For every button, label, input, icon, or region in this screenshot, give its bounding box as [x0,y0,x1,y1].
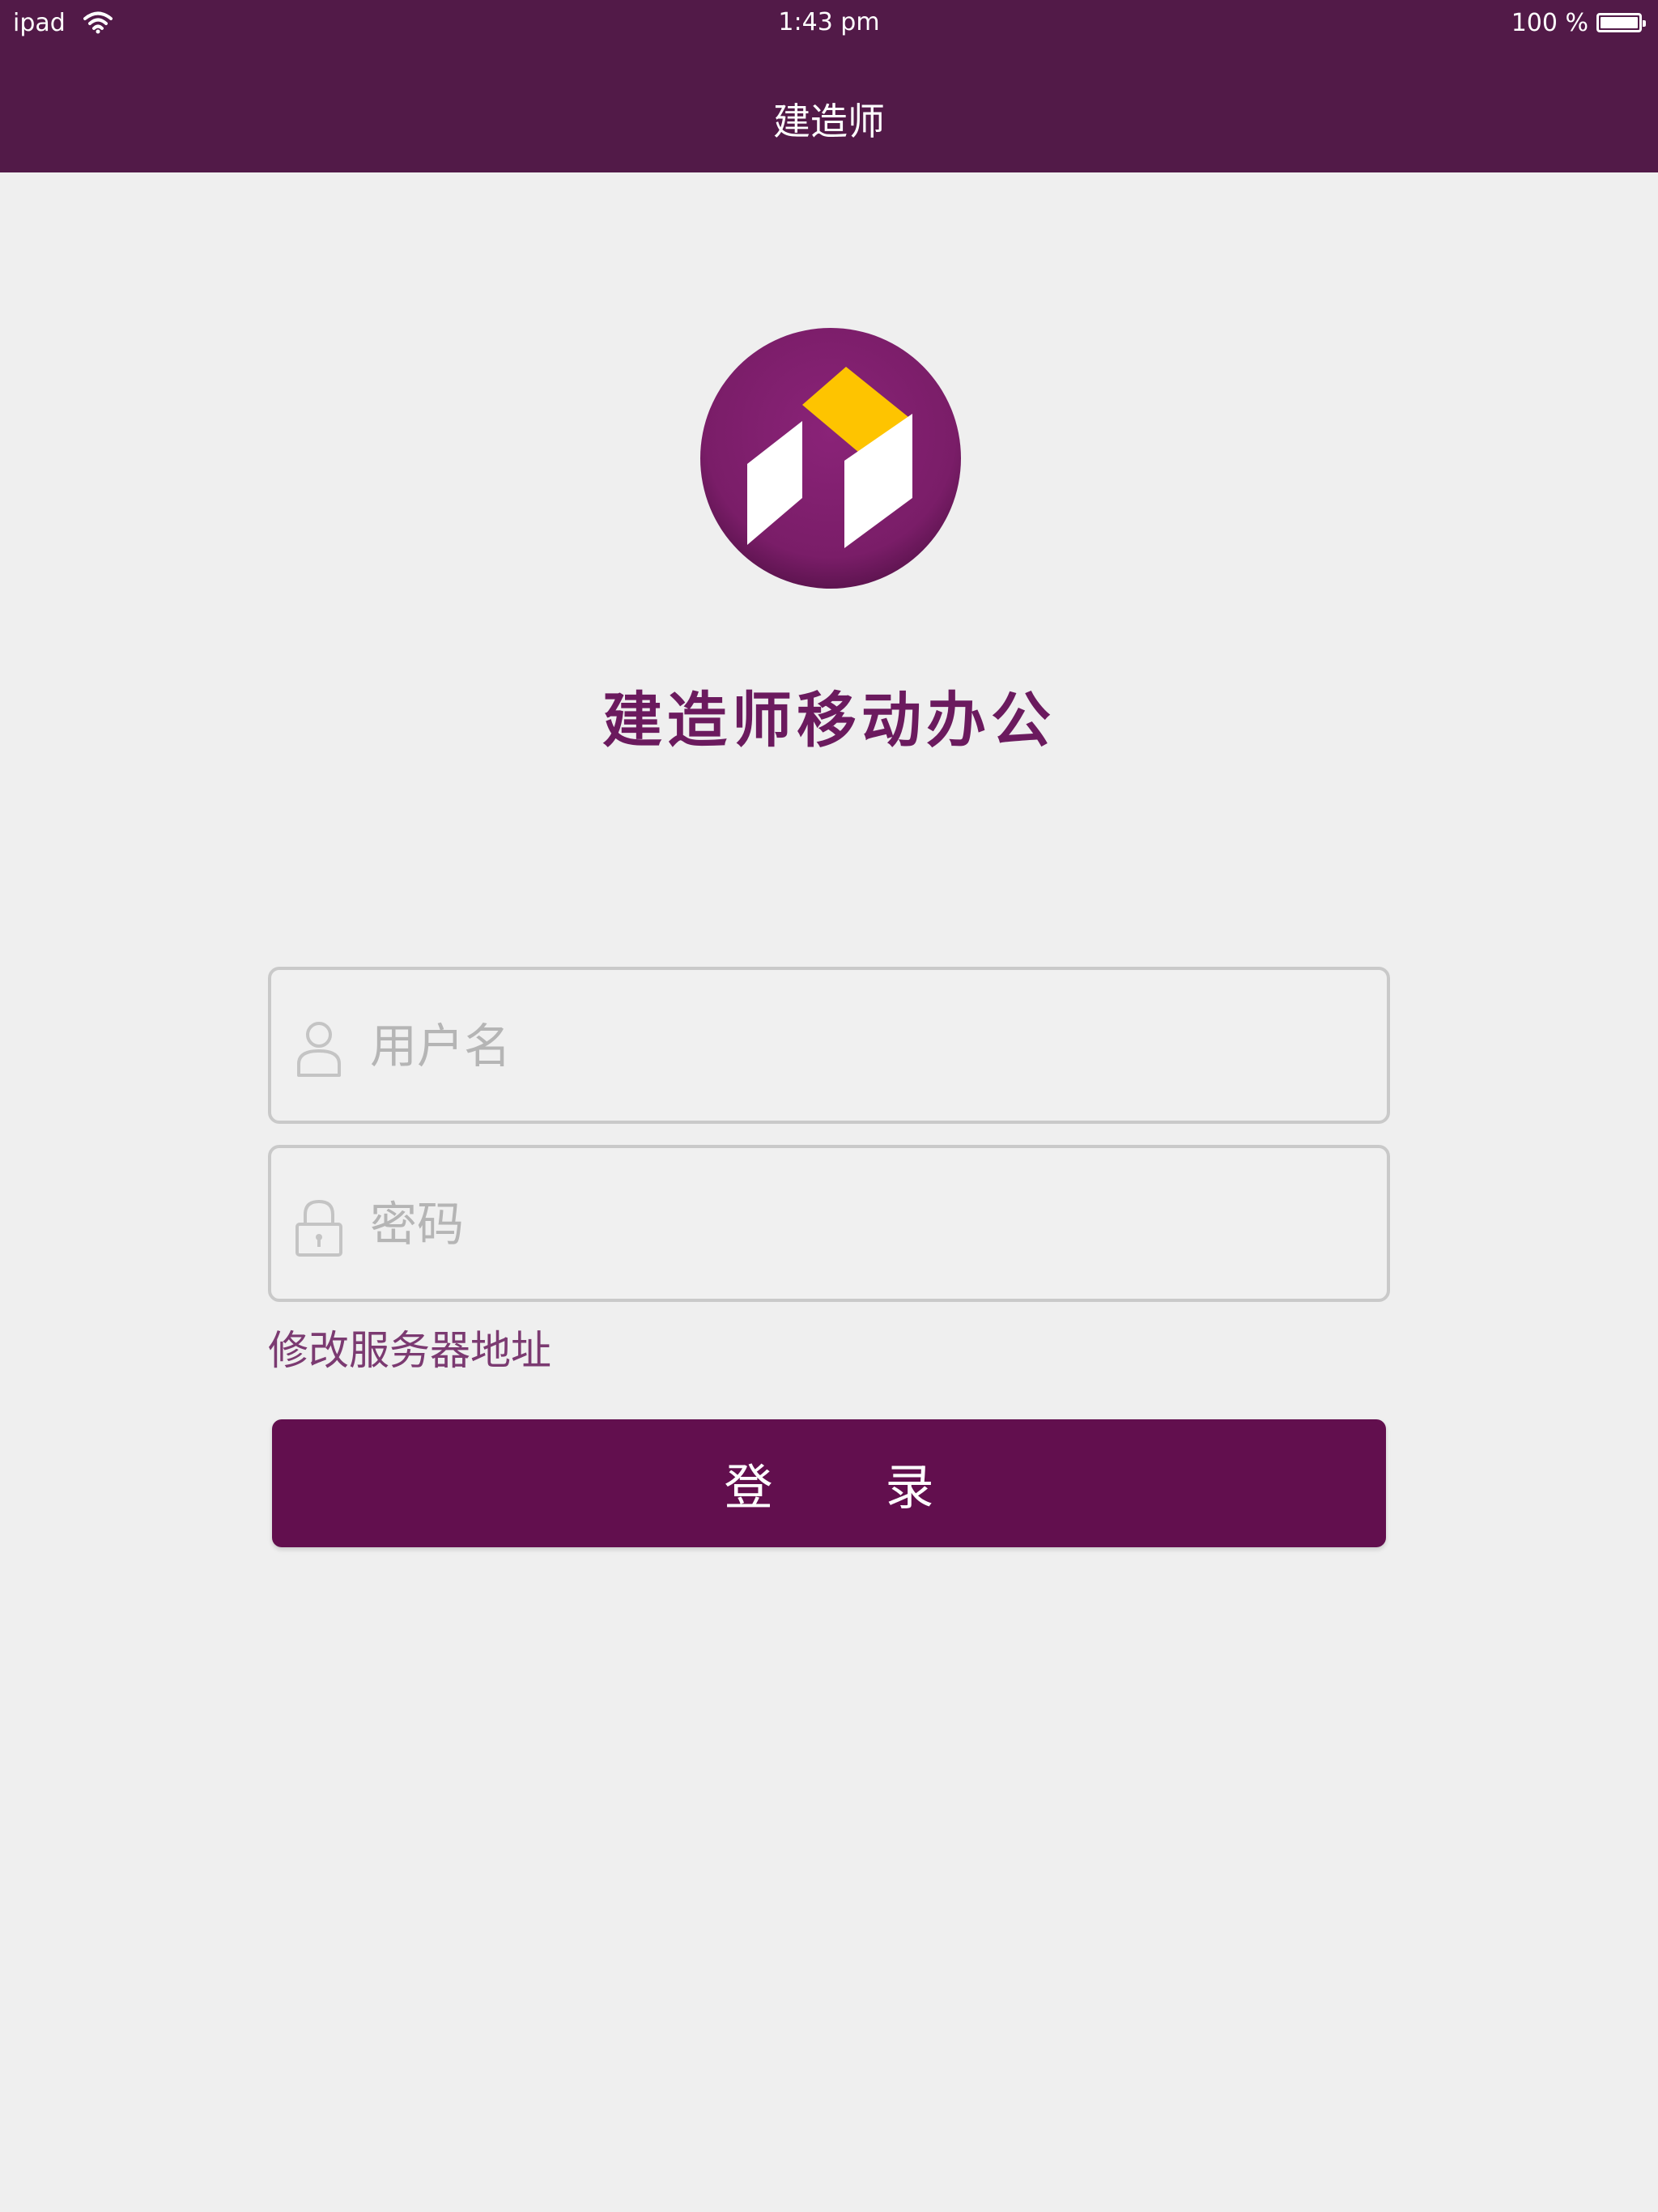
status-right: 100 % [1511,6,1646,39]
status-time: 1:43 pm [778,8,880,36]
password-input[interactable] [368,1148,1367,1300]
login-screen: ipad 1:43 pm 100 % 建造师 建造师移动办公 用户名 修改服务器… [0,0,1658,2212]
battery-icon [1596,13,1646,32]
password-field[interactable] [268,1145,1390,1302]
app-title: 建造师移动办公 [602,686,1056,755]
nav-title: 建造师 [773,100,885,143]
username-field[interactable] [268,967,1390,1124]
app-logo [700,328,961,589]
top-bar: ipad 1:43 pm 100 % 建造师 [0,0,1658,172]
login-button[interactable]: 登 录 [272,1419,1386,1547]
lock-icon [295,1199,342,1257]
user-icon [297,1022,341,1077]
battery-percent: 100 % [1511,8,1588,37]
username-input[interactable] [368,970,1367,1122]
change-server-link[interactable]: 修改服务器地址 [268,1318,551,1376]
